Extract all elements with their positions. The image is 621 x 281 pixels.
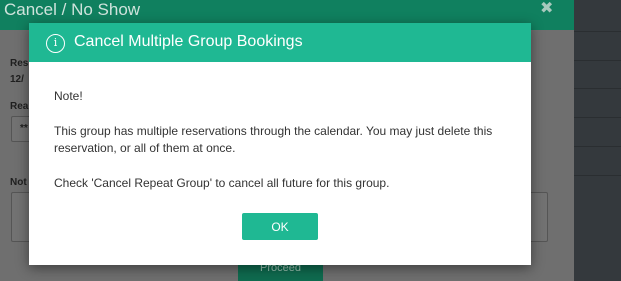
- background-reason-value: **: [20, 123, 28, 134]
- background-side-panel: [574, 0, 621, 281]
- dialog-header: i Cancel Multiple Group Bookings: [29, 23, 531, 62]
- background-modal-title: Cancel / No Show: [4, 0, 141, 19]
- cancel-group-dialog: i Cancel Multiple Group Bookings Note! T…: [29, 23, 531, 265]
- dialog-message: This group has multiple reservations thr…: [54, 124, 493, 155]
- background-label-reservation: Res: [10, 58, 29, 69]
- background-side-divider: [574, 175, 621, 176]
- close-icon[interactable]: ✖: [540, 0, 553, 17]
- background-label-notes: Not: [10, 177, 27, 188]
- background-side-divider: [574, 60, 621, 61]
- background-side-divider: [574, 117, 621, 118]
- dialog-note: Note!: [54, 89, 83, 103]
- dialog-title: Cancel Multiple Group Bookings: [74, 33, 303, 50]
- background-label-reason: Rea: [10, 101, 29, 112]
- ok-button[interactable]: OK: [242, 213, 318, 240]
- background-side-divider: [574, 31, 621, 32]
- background-side-divider: [574, 146, 621, 147]
- dialog-instruction: Check 'Cancel Repeat Group' to cancel al…: [54, 176, 390, 190]
- background-label-date: 12/: [10, 74, 24, 85]
- dialog-body: Note! This group has multiple reservatio…: [29, 62, 531, 192]
- info-icon: i: [46, 34, 65, 53]
- background-side-divider: [574, 88, 621, 89]
